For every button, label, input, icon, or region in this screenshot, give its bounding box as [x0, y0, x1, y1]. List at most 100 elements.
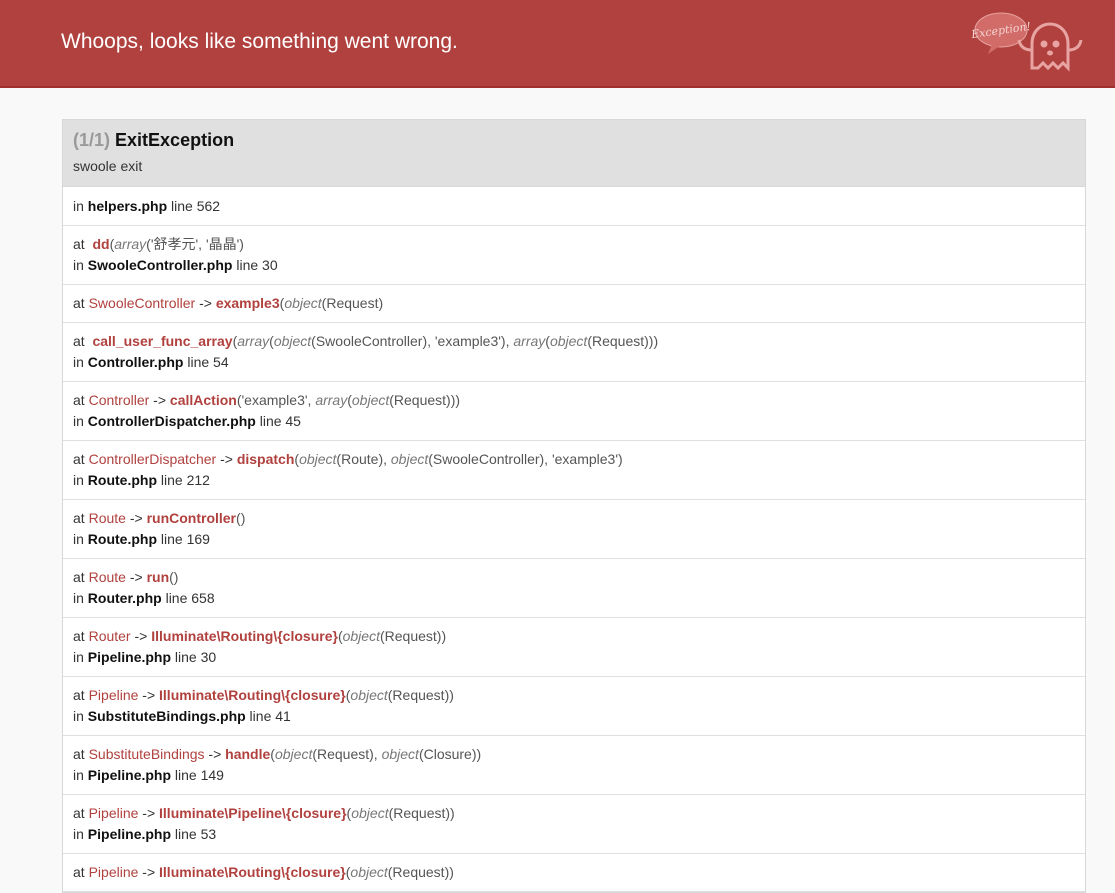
frame-call: at SubstituteBindings -> handle(object(R…: [73, 744, 1075, 765]
stack-frame[interactable]: at SubstituteBindings -> handle(object(R…: [63, 736, 1085, 795]
frame-call: at SwooleController -> example3(object(R…: [73, 293, 1075, 314]
frame-file: Router.php: [87, 590, 162, 606]
stack-frame[interactable]: at Pipeline -> Illuminate\Routing\{closu…: [63, 677, 1085, 736]
frame-args: (object(Request), object(Closure)): [270, 746, 482, 762]
frame-function: dispatch: [236, 451, 295, 467]
frame-in-label: in: [73, 472, 88, 488]
frame-call: at dd(array('舒孝元', '晶晶'): [73, 234, 1075, 255]
frame-location: in ControllerDispatcher.php line 45: [73, 411, 1075, 432]
frame-file: Route.php: [87, 472, 158, 488]
frame-function: example3: [215, 295, 280, 311]
frame-at-label: at: [73, 805, 89, 821]
frame-file: ControllerDispatcher.php: [87, 413, 256, 429]
stack-frame[interactable]: at Pipeline -> Illuminate\Routing\{closu…: [63, 854, 1085, 892]
frame-line: line 41: [245, 708, 291, 724]
frame-in-label: in: [73, 198, 88, 214]
frame-file: Pipeline.php: [87, 767, 172, 783]
frame-args: (array(object(SwooleController), 'exampl…: [232, 333, 659, 349]
frame-function: handle: [225, 746, 271, 762]
frame-line: line 53: [171, 826, 217, 842]
frame-class: SwooleController: [88, 295, 196, 311]
frame-call: at Pipeline -> Illuminate\Routing\{closu…: [73, 862, 1075, 883]
frame-args: (object(Request)): [345, 687, 454, 703]
frame-at-label: at: [73, 687, 89, 703]
frame-arrow: ->: [138, 687, 160, 703]
frame-call: at Pipeline -> Illuminate\Routing\{closu…: [73, 685, 1075, 706]
frame-at-label: at: [73, 864, 89, 880]
whoops-ghost-logo: Exception!: [970, 12, 1083, 72]
frame-call: at ControllerDispatcher -> dispatch(obje…: [73, 449, 1075, 470]
frame-in-label: in: [73, 257, 88, 273]
frame-location: in Pipeline.php line 53: [73, 824, 1075, 845]
stack-frame[interactable]: at Router -> Illuminate\Routing\{closure…: [63, 618, 1085, 677]
frame-at-label: at: [73, 569, 89, 585]
frame-arrow: ->: [149, 392, 170, 408]
frame-in-label: in: [73, 590, 88, 606]
stack-frame[interactable]: in helpers.php line 562: [63, 187, 1085, 226]
frame-location: in Pipeline.php line 149: [73, 765, 1075, 786]
frame-in-label: in: [73, 354, 88, 370]
stack-frames: in helpers.php line 562 at dd(array('舒孝元'…: [63, 187, 1085, 892]
stack-frame[interactable]: at Route -> runController() in Route.php …: [63, 500, 1085, 559]
frame-arrow: ->: [130, 628, 152, 644]
frame-function: Illuminate\Routing\{closure}: [151, 628, 338, 644]
frame-arrow: ->: [138, 864, 160, 880]
frame-args: (array('舒孝元', '晶晶'): [109, 236, 244, 252]
stack-frame[interactable]: at dd(array('舒孝元', '晶晶') in SwooleControl…: [63, 226, 1085, 285]
frame-class: Controller: [88, 392, 150, 408]
frame-call: at call_user_func_array(array(object(Swo…: [73, 331, 1075, 352]
frame-at-label: at: [73, 746, 89, 762]
frame-file: Pipeline.php: [87, 826, 172, 842]
frame-class: Route: [88, 569, 126, 585]
frame-arrow: ->: [204, 746, 226, 762]
frame-arrow: ->: [125, 569, 147, 585]
frame-file: SubstituteBindings.php: [87, 708, 246, 724]
frame-in-label: in: [73, 826, 88, 842]
stack-frame[interactable]: at call_user_func_array(array(object(Swo…: [63, 323, 1085, 382]
frame-class: Route: [88, 510, 126, 526]
frame-line: line 658: [161, 590, 215, 606]
frame-args: (object(Request)): [345, 864, 454, 880]
frame-function: run: [146, 569, 170, 585]
frame-in-label: in: [73, 413, 88, 429]
frame-at-label: at: [73, 333, 93, 349]
frame-at-label: at: [73, 510, 89, 526]
exception-name: ExitException: [115, 130, 235, 150]
frame-call: at Controller -> callAction('example3', …: [73, 390, 1075, 411]
frame-class: ControllerDispatcher: [88, 451, 217, 467]
frame-in-label: in: [73, 708, 88, 724]
frame-class: Pipeline: [88, 805, 139, 821]
frame-line: line 30: [171, 649, 217, 665]
stack-frame[interactable]: at ControllerDispatcher -> dispatch(obje…: [63, 441, 1085, 500]
frame-in-label: in: [73, 531, 88, 547]
frame-args: (): [236, 510, 246, 526]
frame-function: Illuminate\Routing\{closure}: [159, 864, 346, 880]
frame-function: Illuminate\Routing\{closure}: [159, 687, 346, 703]
frame-location: in SubstituteBindings.php line 41: [73, 706, 1075, 727]
frame-line: line 562: [167, 198, 221, 214]
frame-location: in Route.php line 212: [73, 470, 1075, 491]
frame-location: in helpers.php line 562: [73, 196, 1075, 217]
frame-location: in SwooleController.php line 30: [73, 255, 1075, 276]
frame-args: (): [169, 569, 179, 585]
frame-function: dd: [92, 236, 110, 252]
frame-location: in Controller.php line 54: [73, 352, 1075, 373]
frame-in-label: in: [73, 767, 88, 783]
frame-file: Controller.php: [87, 354, 184, 370]
frame-class: SubstituteBindings: [88, 746, 205, 762]
frame-line: line 54: [183, 354, 229, 370]
frame-args: (object(Route), object(SwooleController)…: [294, 451, 623, 467]
stack-frame[interactable]: at Controller -> callAction('example3', …: [63, 382, 1085, 441]
frame-file: Route.php: [87, 531, 158, 547]
exception-header: (1/1) ExitException swoole exit: [63, 120, 1085, 187]
stack-frame[interactable]: at Route -> run() in Router.php line 658: [63, 559, 1085, 618]
frame-file: Pipeline.php: [87, 649, 172, 665]
stack-trace-panel: (1/1) ExitException swoole exit in helpe…: [62, 119, 1086, 893]
stack-frame[interactable]: at Pipeline -> Illuminate\Pipeline\{clos…: [63, 795, 1085, 854]
frame-args: (object(Request): [279, 295, 384, 311]
frame-file: helpers.php: [87, 198, 168, 214]
stack-frame[interactable]: at SwooleController -> example3(object(R…: [63, 285, 1085, 323]
frame-args: (object(Request)): [346, 805, 455, 821]
frame-location: in Route.php line 169: [73, 529, 1075, 550]
frame-call: at Route -> runController(): [73, 508, 1075, 529]
